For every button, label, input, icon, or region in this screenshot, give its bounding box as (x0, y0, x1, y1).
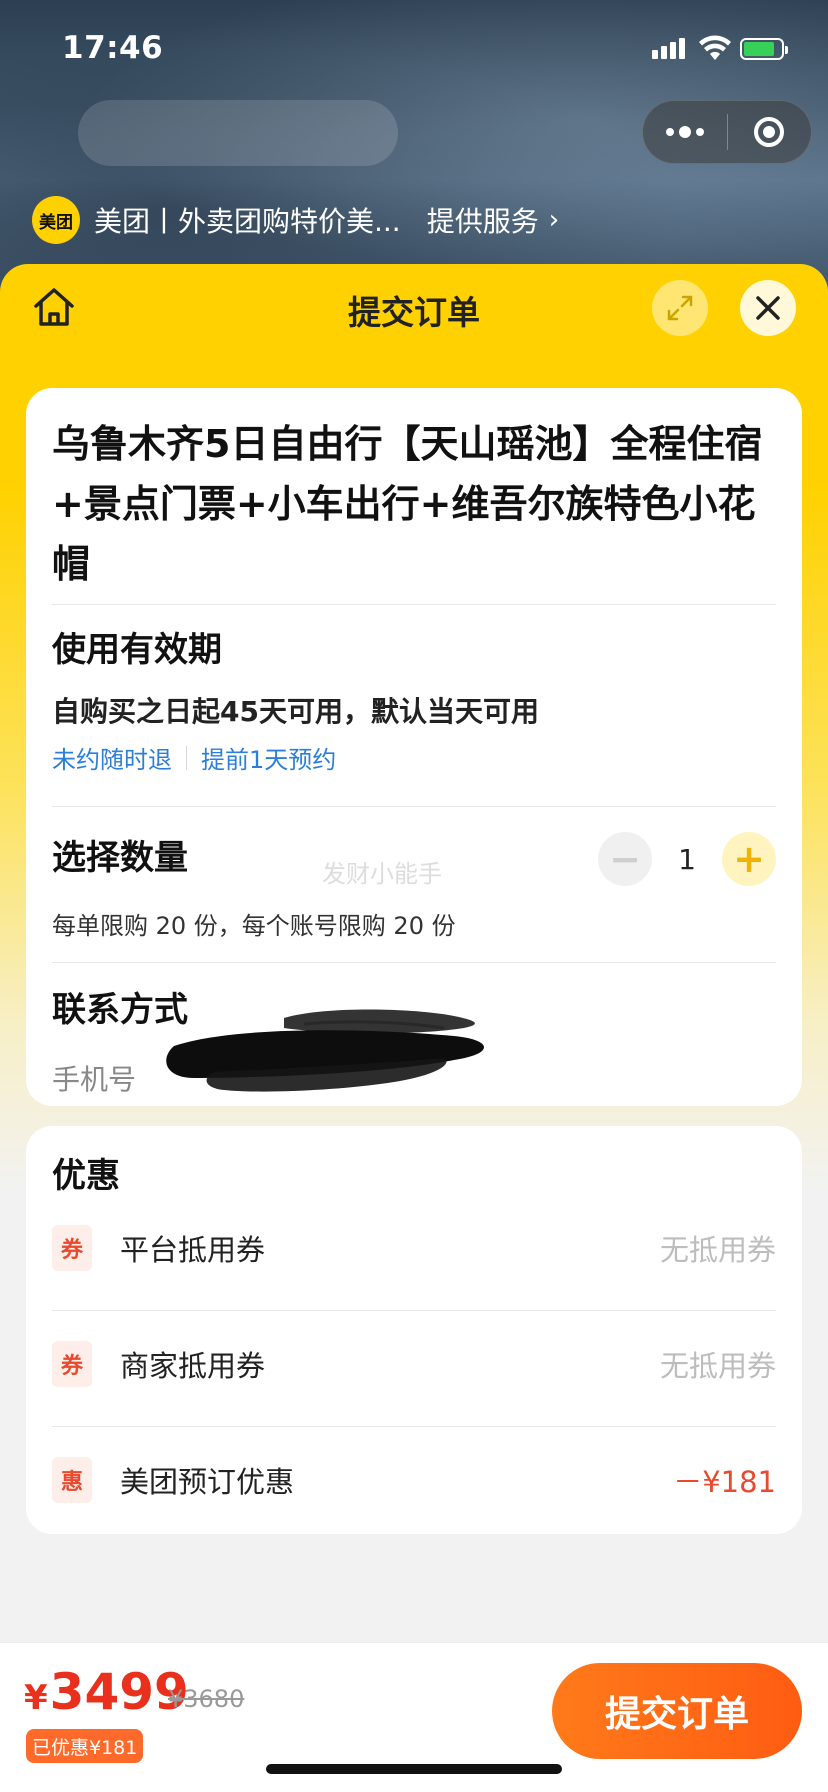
product-card: 乌鲁木齐5日自由行【天山瑶池】全程住宿+景点门票+小车出行+维吾尔族特色小花帽 … (26, 388, 802, 1106)
redacted-phone-scribble[interactable] (154, 998, 514, 1118)
order-sheet: 提交订单 乌鲁木齐5日自由行【天山瑶池】全程住宿+景点门票+小车出行+维吾尔族特… (0, 264, 828, 1792)
discount-value: －¥181 (673, 1465, 776, 1499)
increase-button[interactable]: + (722, 832, 776, 886)
discount-label: 平台抵用券 (120, 1233, 266, 1267)
chevron-right-icon: › (548, 205, 560, 235)
discount-value: 无抵用券 (659, 1349, 776, 1383)
expand-button[interactable] (652, 280, 708, 336)
provider-name: 美团丨外卖团购特价美... (94, 205, 401, 238)
divider (52, 1426, 776, 1427)
saved-badge[interactable]: 已优惠¥181 (26, 1729, 144, 1763)
divider (52, 962, 776, 963)
coupon-badge: 券 (52, 1341, 92, 1387)
close-miniprogram-icon[interactable] (728, 117, 812, 147)
discount-row-merchant[interactable]: 券 商家抵用券 无抵用券 (52, 1314, 776, 1414)
discount-row-booking[interactable]: 惠 美团预订优惠 －¥181 (52, 1430, 776, 1530)
discount-row-platform[interactable]: 券 平台抵用券 无抵用券 (52, 1198, 776, 1298)
currency-symbol: ¥ (24, 1678, 48, 1718)
close-button[interactable] (740, 280, 796, 336)
quantity-title: 选择数量 (52, 838, 188, 878)
validity-text: 自购买之日起45天可用，默认当天可用 (52, 695, 539, 728)
status-bar: 17:46 (0, 0, 828, 100)
discount-value: 无抵用券 (659, 1233, 776, 1267)
cellular-signal-icon (652, 38, 685, 59)
discount-label: 商家抵用券 (120, 1349, 266, 1383)
quantity-value: 1 (678, 842, 696, 876)
validity-title: 使用有效期 (52, 630, 222, 670)
miniprogram-capsule (642, 100, 812, 164)
wifi-icon (699, 35, 731, 60)
discount-title: 优惠 (52, 1156, 120, 1196)
divider (52, 1310, 776, 1311)
final-price: ¥ 3499 (24, 1663, 189, 1721)
meituan-logo: 美团 (32, 196, 80, 244)
tag-booking: 提前1天预约 (201, 746, 337, 774)
decrease-button[interactable]: − (598, 832, 652, 886)
home-indicator (266, 1764, 562, 1774)
quantity-limit-note: 每单限购 20 份，每个账号限购 20 份 (52, 912, 456, 940)
divider (52, 604, 776, 605)
phone-label: 手机号 (52, 1063, 137, 1096)
original-price: ¥3680 (168, 1685, 245, 1713)
divider (52, 806, 776, 807)
watermark-text: 发财小能手 (322, 860, 442, 888)
close-icon (756, 296, 780, 320)
promo-badge: 惠 (52, 1457, 92, 1503)
more-icon[interactable] (643, 126, 727, 138)
battery-icon (740, 38, 788, 60)
quantity-stepper: − 1 + (598, 832, 776, 886)
sheet-nav: 提交订单 (0, 264, 828, 346)
expand-icon (667, 295, 693, 321)
tag-refund: 未约随时退 (52, 746, 172, 774)
discount-label: 美团预订优惠 (120, 1465, 295, 1499)
submit-order-button[interactable]: 提交订单 (552, 1663, 802, 1759)
coupon-badge: 券 (52, 1225, 92, 1271)
product-title: 乌鲁木齐5日自由行【天山瑶池】全程住宿+景点门票+小车出行+维吾尔族特色小花帽 (52, 422, 763, 586)
service-provider-bar[interactable]: 美团 美团丨外卖团购特价美... 提供服务 › (32, 196, 559, 244)
provider-service-link[interactable]: 提供服务 (427, 200, 539, 240)
validity-tags: 未约随时退 提前1天预约 (52, 740, 336, 775)
status-time: 17:46 (62, 30, 164, 66)
discount-card: 优惠 券 平台抵用券 无抵用券 券 商家抵用券 无抵用券 惠 美团预订优惠 －¥… (26, 1126, 802, 1534)
blurred-search-bar (78, 100, 398, 166)
